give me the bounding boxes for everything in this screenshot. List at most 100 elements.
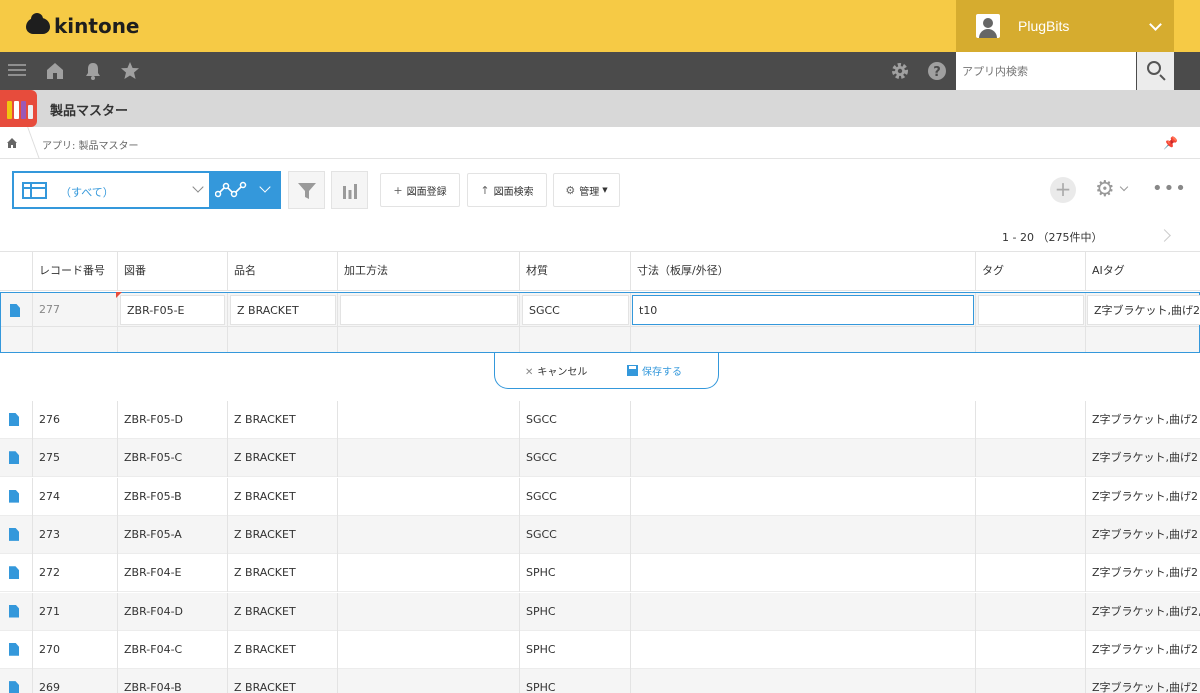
drawing-number-cell: ZBR-F04-C	[117, 630, 227, 669]
changed-marker	[116, 292, 122, 298]
register-drawing-button[interactable]: + 図面登録	[380, 173, 460, 207]
record-number-cell: 272	[32, 554, 117, 593]
view-select[interactable]: （すべて）	[12, 171, 209, 209]
product-name-cell: Z BRACKET	[227, 669, 337, 693]
manage-button[interactable]: ⚙ 管理 ▼	[553, 173, 620, 207]
material-cell: SPHC	[519, 630, 630, 669]
pin-icon[interactable]: 📌	[1163, 136, 1178, 150]
product-name-cell: Z BRACKET	[227, 477, 337, 516]
save-icon	[627, 365, 638, 376]
ai-tag-cell: Z字ブラケット,曲げ2	[1085, 515, 1200, 554]
empty-cell	[975, 592, 1085, 631]
empty-cell	[630, 630, 975, 669]
record-detail-icon[interactable]	[9, 451, 19, 465]
table-row[interactable]: 273 ZBR-F05-A Z BRACKET SGCC Z字ブラケット,曲げ2	[0, 515, 1200, 554]
product-name-cell: Z BRACKET	[227, 439, 337, 478]
record-detail-icon[interactable]	[9, 489, 19, 503]
drawing-no-field[interactable]	[120, 295, 225, 325]
column-header[interactable]: AIタグ	[1085, 252, 1200, 291]
record-number-cell: 274	[32, 477, 117, 516]
empty-cell	[975, 439, 1085, 478]
material-cell: SGCC	[519, 439, 630, 478]
table-row[interactable]: 272 ZBR-F04-E Z BRACKET SPHC Z字ブラケット,曲げ2	[0, 554, 1200, 593]
record-number-cell: 271	[32, 592, 117, 631]
more-options-icon[interactable]: •••	[1152, 178, 1187, 199]
kintone-logo[interactable]: kintone	[26, 12, 140, 40]
graph-select-button[interactable]	[209, 171, 281, 209]
dimension-field[interactable]	[632, 295, 974, 325]
help-icon[interactable]: ?	[927, 61, 947, 81]
table-row[interactable]: 276 ZBR-F05-D Z BRACKET SGCC Z字ブラケット,曲げ2	[0, 401, 1200, 439]
column-header[interactable]: 材質	[519, 252, 630, 291]
app-icon[interactable]	[0, 90, 37, 127]
ai-tag-field[interactable]	[1087, 295, 1200, 325]
record-number-cell: 270	[32, 630, 117, 669]
table-view-icon	[22, 182, 47, 199]
record-number-cell: 273	[32, 515, 117, 554]
home-icon[interactable]	[45, 61, 65, 81]
app-title: 製品マスター	[50, 104, 129, 119]
menu-icon[interactable]	[8, 61, 28, 81]
table-header: レコード番号 図番 品名 加工方法 材質 寸法（板厚/外径） タグ AIタグ	[0, 251, 1200, 291]
user-menu[interactable]: PlugBits	[956, 0, 1174, 52]
record-detail-icon[interactable]	[10, 304, 20, 317]
drawing-number-cell: ZBR-F05-A	[117, 515, 227, 554]
material-field[interactable]	[522, 295, 629, 325]
column-header[interactable]: 加工方法	[337, 252, 519, 291]
empty-cell	[975, 554, 1085, 593]
cancel-button[interactable]: ✕ キャンセル	[525, 363, 587, 378]
column-header[interactable]: タグ	[975, 252, 1085, 291]
drawing-number-cell: ZBR-F04-E	[117, 554, 227, 593]
empty-cell	[975, 401, 1085, 439]
table-row[interactable]: 271 ZBR-F04-D Z BRACKET SPHC Z字ブラケット,曲げ2,	[0, 592, 1200, 631]
product-name-cell: Z BRACKET	[227, 401, 337, 439]
table-row[interactable]: 274 ZBR-F05-B Z BRACKET SGCC Z字ブラケット,曲げ2	[0, 477, 1200, 516]
table-row[interactable]: 275 ZBR-F05-C Z BRACKET SGCC Z字ブラケット,曲げ2	[0, 439, 1200, 478]
star-icon[interactable]	[120, 61, 140, 81]
filter-icon	[298, 183, 316, 199]
empty-cell	[337, 401, 519, 439]
record-detail-icon[interactable]	[9, 566, 19, 580]
table-row[interactable]: 269 ZBR-F04-B Z BRACKET SPHC Z字ブラケット,曲げ2	[0, 669, 1200, 693]
app-settings-gear-icon[interactable]: ⚙	[1095, 179, 1115, 201]
empty-cell	[975, 515, 1085, 554]
bar-chart-icon	[343, 184, 357, 199]
add-record-button[interactable]: +	[1050, 177, 1076, 203]
chart-button[interactable]	[331, 171, 368, 209]
ai-tag-cell: Z字ブラケット,曲げ2,	[1085, 592, 1200, 631]
column-header[interactable]: 寸法（板厚/外径）	[630, 252, 975, 291]
record-detail-icon[interactable]	[9, 527, 19, 541]
column-header[interactable]: 品名	[227, 252, 337, 291]
chevron-down-icon	[1149, 18, 1162, 31]
material-cell: SGCC	[519, 401, 630, 439]
ai-tag-cell: Z字ブラケット,曲げ2	[1085, 477, 1200, 516]
search-drawing-button[interactable]: ↑ 図面検索	[467, 173, 547, 207]
save-button[interactable]: 保存する	[627, 363, 682, 378]
record-detail-icon[interactable]	[9, 604, 19, 618]
material-cell: SGCC	[519, 515, 630, 554]
empty-cell	[337, 554, 519, 593]
process-method-field[interactable]	[340, 295, 518, 325]
tag-field[interactable]	[978, 295, 1084, 325]
record-detail-icon[interactable]	[9, 413, 19, 426]
search-button[interactable]	[1137, 52, 1174, 90]
settings-gear-icon[interactable]	[890, 61, 910, 81]
bell-icon[interactable]	[83, 61, 103, 81]
breadcrumb-home-icon[interactable]	[6, 137, 18, 149]
breadcrumb[interactable]: アプリ: 製品マスター	[42, 137, 139, 152]
record-detail-icon[interactable]	[9, 681, 19, 693]
ai-tag-cell: Z字ブラケット,曲げ2	[1085, 554, 1200, 593]
record-detail-icon[interactable]	[9, 642, 19, 656]
column-header[interactable]: 図番	[117, 252, 227, 291]
empty-cell	[630, 554, 975, 593]
empty-cell	[975, 669, 1085, 693]
empty-cell	[337, 592, 519, 631]
table-row[interactable]: 270 ZBR-F04-C Z BRACKET SPHC Z字ブラケット,曲げ2	[0, 630, 1200, 669]
next-page-icon[interactable]	[1158, 229, 1171, 242]
column-header[interactable]: レコード番号	[32, 252, 117, 291]
upload-icon: ↑	[480, 183, 490, 197]
record-number: 277	[39, 303, 60, 316]
app-search-input[interactable]	[956, 52, 1136, 90]
product-name-field[interactable]	[230, 295, 336, 325]
filter-button[interactable]	[288, 171, 325, 209]
